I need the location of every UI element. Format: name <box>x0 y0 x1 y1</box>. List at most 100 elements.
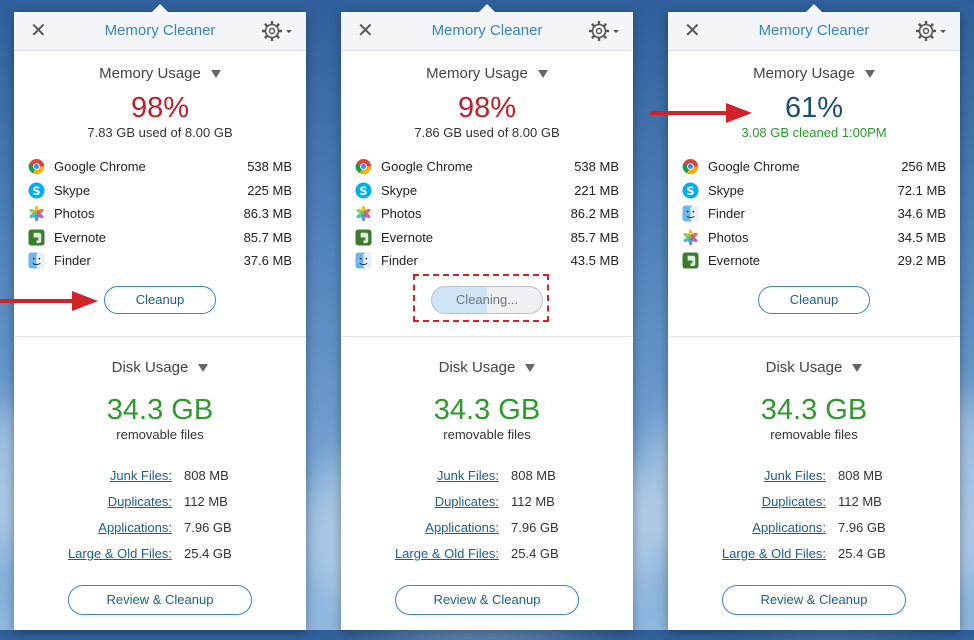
review-cleanup-button[interactable]: Review & Cleanup <box>395 584 579 615</box>
dropdown-arrow-icon <box>525 363 536 372</box>
disk-subtext: removable files <box>770 426 858 442</box>
annotation-arrow-icon <box>650 103 752 123</box>
divider <box>341 335 633 337</box>
app-list: Google Chrome 538 MB S Skype 221 MB Phot… <box>355 155 619 273</box>
titlebar: ✕ Memory Cleaner <box>668 12 960 51</box>
duplicates-link[interactable]: Duplicates: <box>14 494 172 509</box>
titlebar: ✕ Memory Cleaner <box>341 12 633 51</box>
disk-row: Duplicates: 112 MB <box>668 489 960 515</box>
junk-files-link[interactable]: Junk Files: <box>14 468 172 483</box>
disk-value: 25.4 GB <box>184 546 232 561</box>
cleanup-button[interactable]: Cleanup <box>104 285 216 314</box>
app-row: Evernote 85.7 MB <box>355 226 619 250</box>
app-size: 72.1 MB <box>897 182 946 198</box>
app-row: S Skype 72.1 MB <box>682 179 946 203</box>
app-size: 85.7 MB <box>570 229 619 245</box>
app-name: Google Chrome <box>381 159 473 175</box>
disk-value: 808 MB <box>184 468 229 483</box>
large-old-files-link[interactable]: Large & Old Files: <box>14 546 172 561</box>
disk-value: 25.4 GB <box>838 546 886 561</box>
disk-total: 34.3 GB <box>760 393 868 426</box>
memory-usage-dropdown[interactable]: Memory Usage <box>14 65 306 85</box>
memory-percent: 98% <box>130 92 190 124</box>
review-cleanup-button[interactable]: Review & Cleanup <box>68 584 252 615</box>
disk-usage-dropdown[interactable]: Disk Usage <box>14 359 306 379</box>
review-cleanup-button[interactable]: Review & Cleanup <box>722 584 906 615</box>
app-name: Evernote <box>54 229 107 245</box>
svg-text:S: S <box>32 184 40 198</box>
memory-cleaner-panel-before: ✕ Memory Cleaner Memory Usage 98% 7.83 G… <box>14 4 306 630</box>
app-row: Photos 34.5 MB <box>682 226 946 250</box>
app-size: 538 MB <box>247 159 292 175</box>
skype-icon: S <box>682 182 699 199</box>
disk-usage-label: Disk Usage <box>438 358 516 376</box>
app-size: 225 MB <box>247 182 292 198</box>
disk-value: 7.96 GB <box>838 520 886 535</box>
app-row: Google Chrome 538 MB <box>355 155 619 179</box>
memory-subtext: 7.86 GB used of 8.00 GB <box>414 125 560 140</box>
app-row: Finder 34.6 MB <box>682 202 946 226</box>
duplicates-link[interactable]: Duplicates: <box>341 494 499 509</box>
app-row: Evernote 85.7 MB <box>28 226 292 250</box>
disk-value: 7.96 GB <box>184 520 232 535</box>
app-size: 86.2 MB <box>570 206 619 222</box>
applications-link[interactable]: Applications: <box>668 520 826 535</box>
app-size: 86.3 MB <box>243 206 292 222</box>
gear-icon[interactable] <box>260 19 294 43</box>
gear-icon[interactable] <box>914 19 948 43</box>
app-row: Finder 37.6 MB <box>28 249 292 273</box>
finder-icon <box>28 252 45 269</box>
app-size: 34.6 MB <box>897 206 946 222</box>
junk-files-link[interactable]: Junk Files: <box>341 468 499 483</box>
disk-row: Applications: 7.96 GB <box>14 515 306 541</box>
app-name: Google Chrome <box>708 159 800 175</box>
evernote-icon <box>355 229 372 246</box>
junk-files-link[interactable]: Junk Files: <box>668 468 826 483</box>
disk-row: Duplicates: 112 MB <box>14 489 306 515</box>
chrome-icon <box>355 159 372 175</box>
disk-row: Junk Files: 808 MB <box>14 463 306 489</box>
app-size: 37.6 MB <box>243 253 292 269</box>
disk-usage-dropdown[interactable]: Disk Usage <box>668 359 960 379</box>
disk-value: 112 MB <box>838 494 882 509</box>
applications-link[interactable]: Applications: <box>341 520 499 535</box>
skype-icon: S <box>28 182 45 199</box>
large-old-files-link[interactable]: Large & Old Files: <box>341 546 499 561</box>
app-row: Evernote 29.2 MB <box>682 249 946 273</box>
app-name: Google Chrome <box>54 159 146 175</box>
app-list: Google Chrome 538 MB S Skype 225 MB Phot… <box>28 155 292 273</box>
memory-subtext: 3.08 GB cleaned 1:00PM <box>741 125 887 140</box>
gear-icon[interactable] <box>587 19 621 43</box>
cleanup-button[interactable]: Cleanup <box>758 285 870 314</box>
svg-text:S: S <box>359 184 367 198</box>
app-name: Skype <box>381 182 418 198</box>
disk-usage-dropdown[interactable]: Disk Usage <box>341 359 633 379</box>
memory-usage-dropdown[interactable]: Memory Usage <box>341 65 633 85</box>
duplicates-link[interactable]: Duplicates: <box>668 494 826 509</box>
app-name: Finder <box>708 206 745 222</box>
disk-row: Duplicates: 112 MB <box>341 489 633 515</box>
disk-subtext: removable files <box>116 426 204 442</box>
disk-row: Junk Files: 808 MB <box>668 463 960 489</box>
disk-usage-label: Disk Usage <box>111 358 189 376</box>
evernote-icon <box>682 252 699 269</box>
divider <box>668 335 960 337</box>
applications-link[interactable]: Applications: <box>14 520 172 535</box>
app-name: Photos <box>381 206 422 222</box>
disk-row: Large & Old Files: 25.4 GB <box>14 541 306 567</box>
disk-row: Junk Files: 808 MB <box>341 463 633 489</box>
svg-text:S: S <box>686 184 694 198</box>
app-name: Skype <box>54 182 91 198</box>
photos-icon <box>683 229 698 246</box>
memory-usage-dropdown[interactable]: Memory Usage <box>668 65 960 85</box>
finder-icon <box>682 205 699 222</box>
dropdown-arrow-icon <box>210 70 221 79</box>
highlight-box <box>413 273 549 322</box>
photos-icon <box>29 205 44 222</box>
large-old-files-link[interactable]: Large & Old Files: <box>668 546 826 561</box>
app-name: Photos <box>708 229 749 245</box>
app-row: S Skype 221 MB <box>355 179 619 203</box>
disk-value: 112 MB <box>511 494 555 509</box>
disk-row: Applications: 7.96 GB <box>341 515 633 541</box>
disk-row: Large & Old Files: 25.4 GB <box>668 541 960 567</box>
